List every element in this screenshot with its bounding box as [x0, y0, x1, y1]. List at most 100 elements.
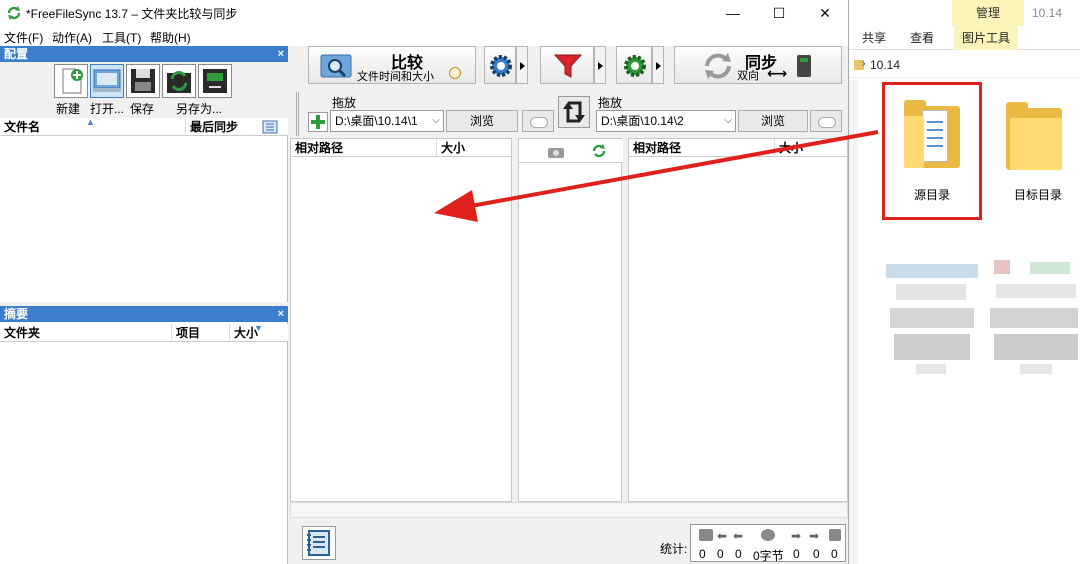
save-batch-icon [167, 71, 191, 93]
summary-panel-close-icon[interactable]: × [278, 306, 284, 322]
explorer-ribbon-top: 管理 10.14 [848, 0, 1080, 26]
stat-delete-left: 0 [735, 547, 742, 561]
database-icon-light [800, 58, 808, 62]
explorer-address-text: 10.14 [870, 58, 901, 72]
filter-icon [553, 54, 583, 78]
update-right-icon: ➡ [809, 529, 820, 543]
config-panel: 配置 × 新建 打开... 保存 另存为... 文件名 ▲ 最后同步 [0, 46, 288, 302]
filter-button[interactable] [540, 46, 594, 84]
list-settings-icon [262, 120, 278, 134]
stat-delete-right: 0 [793, 547, 800, 561]
stat-update-right: 0 [813, 547, 820, 561]
column-settings-button[interactable] [252, 118, 288, 136]
gear-icon [490, 55, 512, 77]
open-config-button[interactable] [90, 64, 124, 98]
log-view-button[interactable] [302, 526, 336, 560]
sort-up-icon: ▲ [86, 117, 95, 127]
horizontal-scrollbar[interactable] [290, 502, 848, 518]
delete-left-icon: ⬅ [733, 529, 744, 543]
window-title: *FreeFileSync 13.7 – 文件夹比较与同步 [26, 7, 238, 21]
create-left-icon [699, 529, 713, 541]
blurred-thumbnail [886, 264, 978, 376]
plus-icon [311, 115, 325, 129]
annotation-highlight-box [882, 82, 982, 220]
data-size-icon [761, 529, 775, 541]
close-button[interactable]: ✕ [802, 0, 848, 26]
freefilesync-window: *FreeFileSync 13.7 – 文件夹比较与同步 — ☐ ✕ 文件(F… [0, 0, 849, 564]
notepad-icon [307, 530, 330, 556]
statistics-box: ⬅ ⬅ ➡ ➡ 0 0 0 0字节 0 0 0 [690, 524, 846, 563]
explorer-manage-tab[interactable]: 管理 [952, 0, 1024, 26]
summary-panel-title: 摘要 [4, 307, 29, 321]
stat-create-right: 0 [831, 547, 838, 561]
explorer-tab-share[interactable]: 共享 [862, 26, 886, 50]
config-panel-header: 配置 × [0, 46, 288, 62]
sync-icon [705, 53, 731, 79]
menu-bar: 文件(F) 动作(A) 工具(T) 帮助(H) [0, 26, 848, 46]
save-as-batch-button[interactable] [162, 64, 196, 98]
compare-settings-button[interactable] [484, 46, 516, 84]
save-as-label: 另存为... [176, 102, 223, 116]
gear-icon [624, 55, 646, 77]
col-header-filename[interactable]: 文件名 ▲ [0, 117, 186, 136]
explorer-tab-picture-tools[interactable]: 图片工具 [954, 26, 1019, 50]
explorer-title: 10.14 [1032, 6, 1063, 20]
config-panel-close-icon[interactable]: × [278, 46, 284, 62]
left-drop-label: 拖放 [332, 96, 357, 110]
filter-options-dropdown[interactable] [594, 46, 606, 84]
menu-action[interactable]: 动作(A) [52, 29, 92, 46]
save-as-icon [203, 69, 227, 93]
summary-panel: 摘要 × 文件夹 项目 大小 ▼ [0, 306, 288, 564]
new-config-label: 新建 [56, 102, 81, 116]
summary-panel-header: 摘要 × [0, 306, 288, 322]
stat-bytes: 0字节 [753, 549, 784, 563]
annotation-arrow [434, 130, 879, 222]
synchronize-button[interactable]: 同步 双向 ⟷ [674, 46, 842, 84]
menu-file[interactable]: 文件(F) [4, 29, 43, 46]
stat-update-left: 0 [717, 547, 724, 561]
menu-help[interactable]: 帮助(H) [150, 29, 191, 46]
create-right-icon [829, 529, 841, 541]
compare-options-dropdown[interactable] [516, 46, 528, 84]
menu-tools[interactable]: 工具(T) [102, 29, 141, 46]
statistics-label: 统计: [660, 542, 688, 556]
clock-icon [449, 67, 461, 79]
drag-handle[interactable] [296, 92, 304, 136]
col-header-size[interactable]: 大小 ▼ [230, 323, 288, 342]
explorer-ribbon-tabs: 共享 查看 图片工具 [848, 26, 1080, 50]
explorer-address-bar[interactable]: › 10.14 [848, 54, 1080, 78]
title-bar[interactable]: *FreeFileSync 13.7 – 文件夹比较与同步 — ☐ ✕ [0, 0, 848, 26]
save-label: 保存 [130, 102, 155, 116]
sync-settings-button[interactable] [616, 46, 652, 84]
sync-options-dropdown[interactable] [652, 46, 664, 84]
save-button[interactable] [126, 64, 160, 98]
config-toolbar: 新建 打开... 保存 另存为... [0, 62, 288, 118]
open-config-icon [93, 69, 121, 92]
right-drop-label: 拖放 [598, 96, 623, 110]
add-folder-pair-button[interactable] [308, 112, 328, 132]
update-left-icon: ⬅ [717, 529, 728, 543]
minimize-button[interactable]: — [710, 0, 756, 26]
col-header-items[interactable]: 项目 [172, 324, 230, 342]
two-way-arrow-icon: ⟷ [767, 65, 788, 81]
explorer-tab-view[interactable]: 查看 [910, 26, 934, 50]
stat-create-left: 0 [699, 547, 706, 561]
target-folder-label: 目标目录 [1013, 188, 1062, 202]
config-panel-title: 配置 [4, 47, 29, 61]
sync-variant-label: 双向 [737, 70, 759, 82]
col-header-folder[interactable]: 文件夹 [0, 324, 172, 342]
new-config-button[interactable] [54, 64, 88, 98]
col-header-last-sync[interactable]: 最后同步 [186, 118, 252, 136]
save-icon [131, 69, 155, 93]
compare-button[interactable]: 比较 文件时间和大小 [308, 46, 476, 84]
sort-down-icon: ▼ [254, 323, 263, 333]
compare-icon [320, 54, 352, 78]
freefilesync-app-icon [7, 6, 21, 20]
new-config-icon [62, 68, 83, 94]
open-config-label: 打开... [90, 102, 125, 116]
target-folder-icon[interactable] [1006, 102, 1062, 172]
save-as-button[interactable] [198, 64, 232, 98]
maximize-button[interactable]: ☐ [756, 0, 802, 26]
compare-variant-label: 文件时间和大小 [357, 71, 434, 83]
left-col-header-relative-path[interactable]: 相对路径 [291, 139, 437, 157]
